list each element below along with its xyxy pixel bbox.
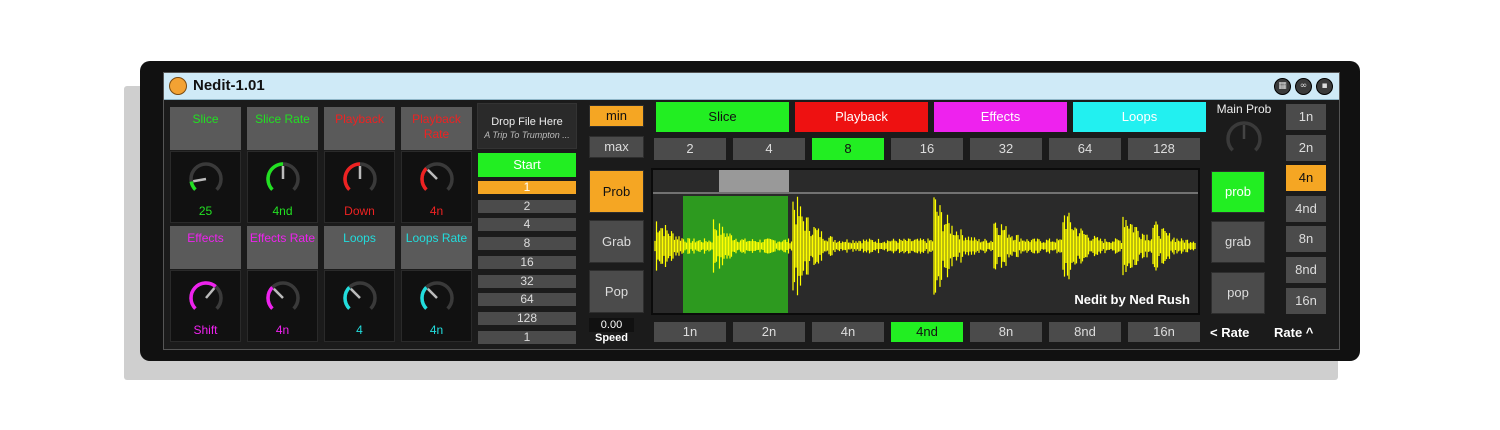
knob-slice-rate-label: Slice Rate <box>247 107 318 150</box>
knob-playback[interactable]: Down <box>324 151 395 223</box>
device-title: Nedit-1.01 <box>193 77 265 94</box>
knob-effects-dial <box>189 281 223 310</box>
slice-count-item[interactable]: 16 <box>478 255 576 269</box>
slice-count-item[interactable]: 4 <box>478 218 576 232</box>
save-icon[interactable]: ▪ <box>1316 78 1333 95</box>
main-prob-label: Main Prob <box>1216 102 1272 116</box>
max-button[interactable]: max <box>589 136 644 158</box>
rate-up-label[interactable]: Rate ^ <box>1274 325 1329 340</box>
knob-playback-value: Down <box>344 204 375 218</box>
min-button[interactable]: min <box>589 105 644 127</box>
knob-loops[interactable]: 4 <box>324 270 395 342</box>
device-power-toggle[interactable] <box>169 77 187 95</box>
knob-loops-rate-dial <box>420 281 454 310</box>
drop-file-label: Drop File Here <box>491 116 563 128</box>
knob-loops-value: 4 <box>356 323 363 337</box>
rate-button-8n[interactable]: 8n <box>1286 226 1326 253</box>
bottom-rate-8n[interactable]: 8n <box>970 322 1042 342</box>
bottom-rate-4nd[interactable]: 4nd <box>891 322 963 342</box>
knob-effects[interactable]: Shift <box>170 270 241 342</box>
tab-loops[interactable]: Loops <box>1073 102 1206 132</box>
link-icon[interactable]: ∞ <box>1295 78 1312 95</box>
tab-effects[interactable]: Effects <box>934 102 1067 132</box>
tab-playback[interactable]: Playback <box>795 102 928 132</box>
nedit-device: Nedit-1.01 ▦ ∞ ▪ Slice 25 Slice Rate 4nd Pla… <box>163 72 1340 350</box>
waveform-credit: Nedit by Ned Rush <box>1074 292 1190 307</box>
selection-region <box>683 196 788 313</box>
knob-playback-label: Playback <box>324 107 395 150</box>
top-value-2[interactable]: 2 <box>654 138 726 160</box>
knob-playback-rate-value: 4n <box>429 204 444 218</box>
slice-count-item[interactable]: 2 <box>478 199 576 213</box>
knob-effects-rate-label: Effects Rate <box>247 226 318 269</box>
rate-button-4n[interactable]: 4n <box>1286 165 1326 192</box>
rate-button-4nd[interactable]: 4nd <box>1286 195 1326 222</box>
knob-playback-rate[interactable]: 4n <box>401 151 472 223</box>
knob-loops-label: Loops <box>324 226 395 269</box>
knob-slice[interactable]: 25 <box>170 151 241 223</box>
top-value-128[interactable]: 128 <box>1128 138 1200 160</box>
grab-button[interactable]: Grab <box>589 220 644 263</box>
knob-playback-rate-dial <box>420 162 454 191</box>
speed-label: Speed <box>594 332 628 344</box>
knob-loops-rate-value: 4n <box>429 323 444 337</box>
knob-effects-rate-dial <box>266 281 300 310</box>
drop-file-zone[interactable]: Drop File Here A Trip To Trumpton ... <box>477 103 577 149</box>
knob-effects-rate[interactable]: 4n <box>247 270 318 342</box>
slice-count-item[interactable]: 32 <box>478 274 576 288</box>
knob-slice-value: 25 <box>198 204 213 218</box>
knob-playback-rate-label: Playback Rate <box>401 107 472 150</box>
grab-toggle[interactable]: grab <box>1211 221 1265 263</box>
grid-icon[interactable]: ▦ <box>1274 78 1291 95</box>
top-value-32[interactable]: 32 <box>970 138 1042 160</box>
knob-loops-dial <box>343 281 377 310</box>
knob-loops-rate-label: Loops Rate <box>401 226 472 269</box>
bottom-rate-8nd[interactable]: 8nd <box>1049 322 1121 342</box>
knob-slice-rate[interactable]: 4nd <box>247 151 318 223</box>
start-button[interactable]: Start <box>478 153 576 177</box>
rate-left-label[interactable]: < Rate <box>1210 325 1260 340</box>
slice-count-item[interactable]: 8 <box>478 237 576 251</box>
knob-effects-rate-value: 4n <box>275 323 290 337</box>
bottom-rate-2n[interactable]: 2n <box>733 322 805 342</box>
knob-slice-rate-value: 4nd <box>272 204 293 218</box>
knob-slice-rate-dial <box>266 162 300 191</box>
knob-effects-label: Effects <box>170 226 241 269</box>
slice-count-item[interactable]: 64 <box>478 293 576 307</box>
rate-button-16n[interactable]: 16n <box>1286 287 1326 314</box>
loop-marker <box>719 170 789 192</box>
prob-button[interactable]: Prob <box>589 170 644 213</box>
knob-slice-dial <box>189 162 223 191</box>
file-name: A Trip To Trumpton ... <box>484 130 570 140</box>
bottom-rate-4n[interactable]: 4n <box>812 322 884 342</box>
pop-toggle[interactable]: pop <box>1211 272 1265 314</box>
bottom-rate-16n[interactable]: 16n <box>1128 322 1200 342</box>
rate-button-8nd[interactable]: 8nd <box>1286 257 1326 283</box>
main-prob-knob[interactable] <box>1224 119 1264 159</box>
prob-toggle[interactable]: prob <box>1211 171 1265 213</box>
top-value-16[interactable]: 16 <box>891 138 963 160</box>
title-bar: Nedit-1.01 ▦ ∞ ▪ <box>164 73 1339 100</box>
knob-effects-value: Shift <box>193 323 218 337</box>
knob-loops-rate[interactable]: 4n <box>401 270 472 342</box>
tab-slice[interactable]: Slice <box>656 102 789 132</box>
bottom-rate-1n[interactable]: 1n <box>654 322 726 342</box>
slice-count-item[interactable]: 1 <box>478 330 576 344</box>
pop-button[interactable]: Pop <box>589 270 644 313</box>
top-value-4[interactable]: 4 <box>733 138 805 160</box>
top-value-8[interactable]: 8 <box>812 138 884 160</box>
top-value-64[interactable]: 64 <box>1049 138 1121 160</box>
rate-button-1n[interactable]: 1n <box>1286 104 1326 130</box>
slice-count-item[interactable]: 128 <box>478 311 576 325</box>
rate-button-2n[interactable]: 2n <box>1286 134 1326 161</box>
slice-count-item[interactable]: 1 <box>478 181 576 194</box>
waveform-display[interactable]: Nedit by Ned Rush <box>651 168 1200 315</box>
knob-playback-dial <box>343 162 377 191</box>
speed-value[interactable]: 0.00 <box>589 318 634 332</box>
knob-slice-label: Slice <box>170 107 241 150</box>
